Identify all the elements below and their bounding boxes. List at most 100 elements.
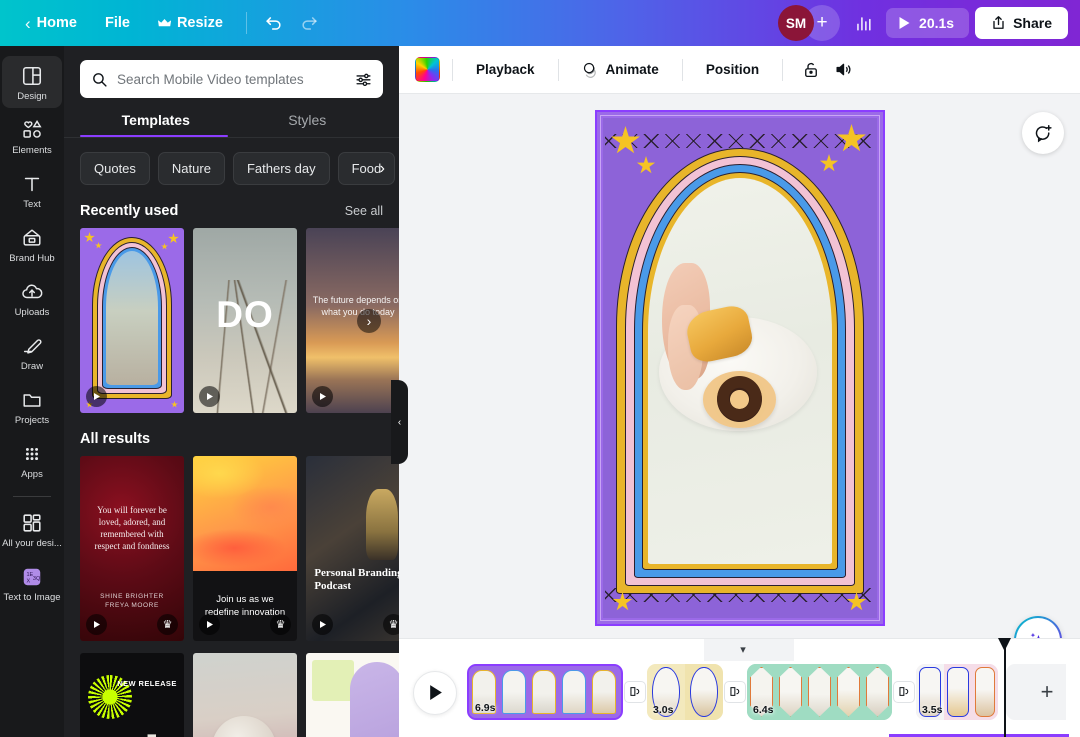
position-button[interactable]: Position [695,55,770,84]
play-icon [93,392,101,401]
pro-crown-icon: ♛ [383,614,399,635]
canva-video-editor: ‹ Home File Resize [0,0,1080,737]
lock-icon [802,61,820,79]
recently-used-header: Recently used See all [64,185,399,228]
svg-text:3Q: 3Q [33,576,41,582]
add-comment-button[interactable] [1022,112,1064,154]
rainbow-color-swatch[interactable] [415,57,440,82]
undo-button[interactable] [257,6,291,40]
undo-icon [264,14,283,33]
analytics-button[interactable] [846,6,880,40]
share-icon [991,15,1006,31]
preview-play-button[interactable]: 20.1s [886,8,969,38]
play-icon [319,392,327,401]
sidebar-item-elements[interactable]: Elements [2,110,62,162]
sidebar-item-label: Uploads [15,307,50,318]
templates-panel: Templates Styles Quotes Nature Fathers d… [64,46,399,737]
sidebar-item-label: Text [23,199,40,210]
chip-quotes[interactable]: Quotes [80,152,150,185]
sidebar-item-label: Apps [21,469,43,480]
play-overlay-button[interactable] [312,386,333,407]
playback-button[interactable]: Playback [465,55,546,84]
template-art: NEW RELEASE Let's [80,653,184,737]
template-card-arch-skater[interactable] [80,228,184,413]
template-card-best-social-media[interactable]: The Best Social Media [306,653,399,737]
plate-shape [212,716,276,737]
hide-panel-handle[interactable]: ‹ [391,380,408,464]
sidebar-item-projects[interactable]: Projects [2,380,62,432]
add-page-button[interactable]: + [1006,664,1066,720]
redo-button[interactable] [293,6,327,40]
design-frame[interactable] [595,110,885,626]
home-button[interactable]: ‹ Home [12,8,90,39]
transition-icon [729,685,742,698]
sidebar-item-uploads[interactable]: Uploads [2,272,62,324]
redo-icon [300,14,319,33]
sidebar-item-label: Brand Hub [9,253,54,264]
see-all-link[interactable]: See all [345,204,383,218]
editor-area: Playback Animate Position [399,46,1080,737]
tab-templates[interactable]: Templates [80,112,232,137]
volume-icon [834,60,853,79]
transition-button-1[interactable] [625,682,645,702]
timeline-play-button[interactable] [413,671,457,715]
animate-button[interactable]: Animate [571,54,670,85]
template-card-personal-branding-podcast[interactable]: Personal Branding Podcast ♛ [306,456,399,641]
tab-styles[interactable]: Styles [232,112,384,137]
category-chips: Quotes Nature Fathers day Food › [64,138,399,185]
timeline-clip-3[interactable]: 6.4s [747,664,892,720]
pro-crown-icon: ♛ [270,614,291,635]
elements-icon [21,119,43,141]
transition-button-2[interactable] [725,682,745,702]
chip-fathers-day[interactable]: Fathers day [233,152,330,185]
play-overlay-button[interactable] [312,614,333,635]
sidebar-item-brand-hub[interactable]: Brand Hub [2,218,62,270]
resize-button[interactable]: Resize [145,8,236,38]
search-box[interactable] [80,60,383,98]
template-text: Personal Branding Podcast [314,567,399,593]
play-overlay-button[interactable] [86,614,107,635]
template-card-new-release[interactable]: NEW RELEASE Let's [80,653,184,737]
toolbar-divider [558,59,559,81]
sidebar-item-text[interactable]: Text [2,164,62,216]
timeline-clip-2[interactable]: 3.0s [647,664,723,720]
timeline-clip-1[interactable]: 6.9s [467,664,623,720]
filter-icon[interactable] [355,71,372,88]
volume-button[interactable] [827,54,859,86]
animate-label: Animate [606,62,659,77]
all-results-header: All results [64,413,399,456]
sidebar-item-text-to-image[interactable]: 1E X 3Q Text to Image [2,557,62,609]
scroll-right-button[interactable]: › [357,309,381,333]
play-overlay-button[interactable] [199,386,220,407]
timeline: ▾ [399,638,1080,737]
search-input[interactable] [117,72,346,87]
sidebar-item-draw[interactable]: Draw [2,326,62,378]
sidebar-item-apps[interactable]: Apps [2,434,62,486]
collapse-timeline-button[interactable]: ▾ [729,641,757,657]
template-card-sunset-quote[interactable]: The future depends on what you do today [306,228,399,413]
section-title: Recently used [80,203,178,219]
sidebar-item-label: All your desi... [2,538,62,549]
play-overlay-button[interactable] [199,614,220,635]
template-card-wave-innovation[interactable]: Join us as we redefine innovation ♛ [193,456,297,641]
transition-button-3[interactable] [894,682,914,702]
template-card-enjoy-moment[interactable]: enjoy the moment [193,653,297,737]
lock-button[interactable] [795,54,827,86]
chip-nature[interactable]: Nature [158,152,225,185]
share-button[interactable]: Share [975,7,1068,39]
chevron-right-icon[interactable]: › [378,160,387,178]
sidebar-item-design[interactable]: Design [2,56,62,108]
duration-label: 20.1s [919,15,954,31]
timeline-clip-4[interactable]: 3.5s [916,664,998,720]
play-overlay-button[interactable] [86,386,107,407]
file-menu-button[interactable]: File [92,8,143,38]
sidebar-item-all-your-designs[interactable]: All your desi... [2,503,62,555]
template-card-rose-memorial[interactable]: You will forever be loved, adored, and r… [80,456,184,641]
resize-label: Resize [177,15,223,31]
template-card-beach-do[interactable]: DO [193,228,297,413]
top-bar: ‹ Home File Resize [0,0,1080,46]
sidebar-item-label: Text to Image [3,592,60,603]
clip-duration-label: 3.0s [653,704,673,716]
avatar[interactable]: SM [778,5,814,41]
chevron-left-icon: ‹ [398,417,401,428]
